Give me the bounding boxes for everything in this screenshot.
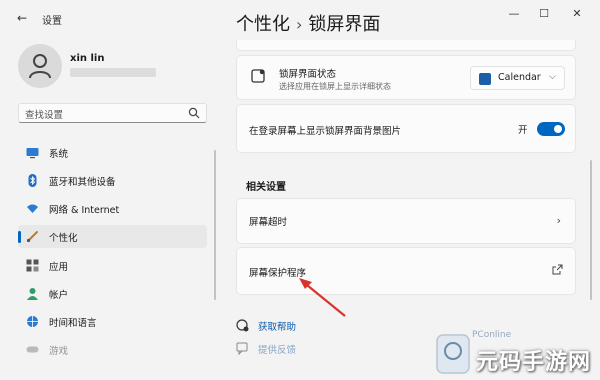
- watermark-brand: 元码手游网: [476, 350, 592, 375]
- help-icon: [236, 319, 249, 332]
- globe-icon: [27, 316, 38, 327]
- close-button[interactable]: ✕: [566, 6, 588, 22]
- search-icon: [188, 107, 200, 119]
- status-title: 锁屏界面状态: [279, 69, 337, 80]
- nav-label: 蓝牙和其他设备: [49, 177, 116, 188]
- monitor-icon: [26, 148, 39, 159]
- screen-timeout-card[interactable]: 屏幕超时 ›: [236, 198, 576, 244]
- user-name: xin lin: [70, 53, 105, 64]
- nav-item-bluetooth[interactable]: 蓝牙和其他设备: [18, 169, 207, 192]
- search-placeholder: 查找设置: [25, 110, 64, 121]
- bluetooth-icon: [28, 174, 37, 187]
- status-description: 选择应用在锁屏上显示详细状态: [279, 82, 391, 91]
- selected-indicator: [18, 231, 21, 243]
- watermark-logo-icon: [436, 334, 470, 374]
- toggle-knob: [554, 125, 562, 133]
- nav-label: 帐户: [49, 290, 69, 301]
- get-help-link[interactable]: 获取帮助: [236, 318, 336, 334]
- nav-label: 个性化: [49, 233, 78, 244]
- lock-screen-status-card: 锁屏界面状态 选择应用在锁屏上显示详细状态 Calendar ⌵: [236, 55, 576, 100]
- back-button[interactable]: ←: [14, 10, 30, 26]
- chevron-down-icon: ⌵: [549, 72, 556, 82]
- nav-item-gaming[interactable]: 游戏: [18, 338, 207, 361]
- nav-item-apps[interactable]: 应用: [18, 254, 207, 277]
- feedback-link[interactable]: 提供反馈: [236, 341, 336, 357]
- nav-label: 时间和语言: [49, 318, 97, 329]
- chevron-right-icon: ›: [556, 214, 561, 227]
- breadcrumb-parent[interactable]: 个性化: [236, 14, 290, 35]
- main-scrollbar[interactable]: [590, 160, 592, 300]
- screen-timeout-title: 屏幕超时: [249, 217, 288, 228]
- nav-item-network[interactable]: 网络 & Internet: [18, 197, 207, 220]
- feedback-icon: [236, 342, 248, 355]
- nav-item-personalization[interactable]: 个性化: [18, 225, 207, 248]
- nav-item-system[interactable]: 系统: [18, 141, 207, 164]
- app-title: 设置: [42, 16, 62, 27]
- breadcrumb-separator: ›: [296, 15, 303, 34]
- maximize-button[interactable]: ☐: [533, 6, 555, 22]
- card-partial: [236, 40, 576, 51]
- lock-status-icon: [251, 69, 265, 83]
- external-link-icon: [552, 264, 563, 275]
- page-title: 锁屏界面: [308, 14, 381, 35]
- nav-label: 系统: [49, 149, 69, 160]
- watermark: PConline 元码手游网: [432, 326, 600, 380]
- user-email-redacted: [70, 68, 156, 77]
- account-icon: [27, 288, 38, 300]
- minimize-button[interactable]: —: [503, 6, 525, 22]
- feedback-label: 提供反馈: [258, 345, 297, 356]
- status-app-dropdown[interactable]: Calendar ⌵: [470, 66, 565, 90]
- nav-label: 游戏: [49, 346, 69, 357]
- watermark-small-text: PConline: [472, 330, 512, 340]
- avatar[interactable]: [18, 44, 62, 88]
- get-help-label: 获取帮助: [258, 322, 297, 333]
- breadcrumb: 个性化 › 锁屏界面: [236, 10, 380, 36]
- gamepad-icon: [26, 346, 39, 353]
- screen-saver-card[interactable]: 屏幕保护程序: [236, 247, 576, 295]
- wifi-icon: [27, 204, 38, 213]
- user-icon: [29, 54, 51, 79]
- apps-icon: [26, 259, 39, 272]
- nav-label: 应用: [49, 262, 69, 273]
- brush-icon: [26, 231, 38, 243]
- calendar-icon: [479, 73, 491, 85]
- annotation-arrow-icon: [299, 278, 346, 317]
- nav-item-time-language[interactable]: 时间和语言: [18, 310, 207, 333]
- search-input[interactable]: 查找设置: [18, 103, 207, 123]
- toggle-state-label: 开: [518, 125, 528, 136]
- nav-label: 网络 & Internet: [49, 205, 120, 216]
- section-heading: 相关设置: [246, 182, 286, 193]
- sidebar-scrollbar[interactable]: [214, 150, 216, 300]
- background-toggle-title: 在登录屏幕上显示锁屏界面背景图片: [249, 126, 402, 137]
- background-toggle[interactable]: [537, 122, 565, 136]
- dropdown-value: Calendar: [498, 72, 541, 83]
- nav-item-accounts[interactable]: 帐户: [18, 282, 207, 305]
- show-background-card: 在登录屏幕上显示锁屏界面背景图片 开: [236, 104, 576, 153]
